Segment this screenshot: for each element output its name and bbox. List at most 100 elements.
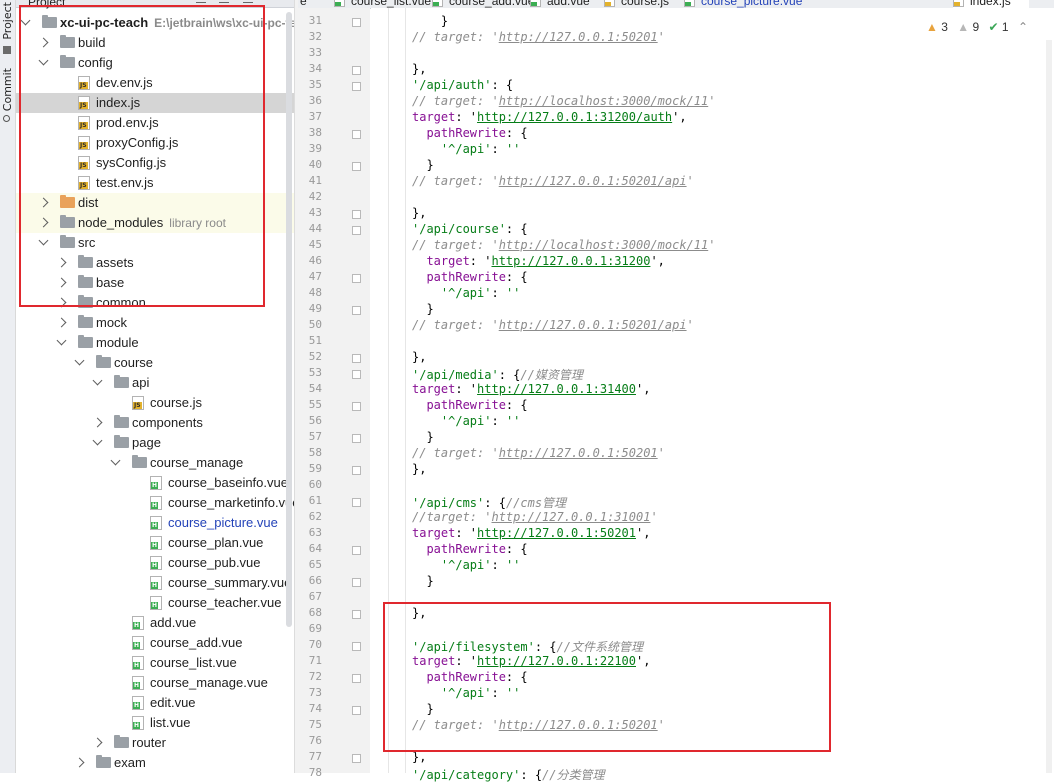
project-tool-button[interactable]: Project (1, 2, 14, 40)
tree-row[interactable]: list.vue (16, 713, 294, 733)
tree-row[interactable]: course_picture.vue (16, 513, 294, 533)
fold-marker-icon[interactable] (352, 498, 361, 507)
tree-row[interactable]: course_teacher.vue (16, 593, 294, 613)
tree-row[interactable]: course_manage (16, 453, 294, 473)
code-token: : { (505, 398, 528, 412)
code-token: http://127.0.0.1:50201 (477, 526, 636, 540)
code-token: : ' (455, 526, 478, 540)
inspection-widget[interactable]: ▲ 3 ▲ 9 ✔ 1 ⌃ (920, 20, 1028, 34)
tree-row[interactable]: course_pub.vue (16, 553, 294, 573)
chevron-down-icon[interactable] (74, 355, 85, 366)
tree-row[interactable]: course_add.vue (16, 633, 294, 653)
chevron-right-icon[interactable] (92, 417, 103, 428)
chevron-right-icon[interactable] (92, 737, 103, 748)
tree-row[interactable]: course_manage.vue (16, 673, 294, 693)
tree-row[interactable]: api (16, 373, 294, 393)
tree-row[interactable]: edit.vue (16, 693, 294, 713)
line-number: 41 (308, 174, 322, 187)
code-token: '^/api' (412, 558, 492, 572)
tree-row[interactable]: course (16, 353, 294, 373)
chevron-down-icon[interactable] (56, 335, 67, 346)
tree-row[interactable]: course_summary.vue (16, 573, 294, 593)
tree-row[interactable]: module (16, 333, 294, 353)
code-line: }, (412, 206, 426, 220)
fold-marker-icon[interactable] (352, 130, 361, 139)
fold-marker-icon[interactable] (352, 162, 361, 171)
code-line: '^/api': '' (412, 286, 521, 300)
fold-marker-icon[interactable] (352, 434, 361, 443)
code-token: target (412, 254, 470, 268)
fold-marker-icon[interactable] (352, 66, 361, 75)
tree-row[interactable]: course_marketinfo.vue (16, 493, 294, 513)
fold-marker-icon[interactable] (352, 674, 361, 683)
code-token: } (412, 302, 434, 316)
commit-tool-button[interactable]: Commit (1, 68, 14, 111)
tree-row[interactable]: course_plan.vue (16, 533, 294, 553)
line-number: 62 (308, 510, 322, 523)
tree-row[interactable]: router (16, 733, 294, 753)
editor-tab[interactable]: e (298, 0, 328, 8)
fold-marker-icon[interactable] (352, 354, 361, 363)
fold-marker-icon[interactable] (352, 642, 361, 651)
tree-row[interactable]: mock (16, 313, 294, 333)
fold-marker-icon[interactable] (352, 546, 361, 555)
tree-row[interactable]: page (16, 433, 294, 453)
tree-item-label: course_picture.vue (168, 515, 278, 530)
folder-icon (114, 415, 129, 428)
editor-tab[interactable]: course_add.vue (432, 0, 534, 8)
tree-row[interactable]: exam (16, 753, 294, 773)
editor-tab[interactable]: add.vue (530, 0, 600, 8)
code-token: : { (484, 496, 506, 510)
folder-icon (114, 735, 129, 748)
code-line: target: 'http://127.0.0.1:50201', (412, 526, 650, 540)
editor-scrollbar[interactable] (1046, 40, 1052, 773)
weak-warning-count[interactable]: ▲ 9 (957, 20, 979, 34)
chevron-up-icon[interactable]: ⌃ (1018, 20, 1028, 34)
warning-count[interactable]: ▲ 3 (926, 20, 948, 34)
fold-marker-icon[interactable] (352, 466, 361, 475)
chevron-down-icon[interactable] (92, 435, 103, 446)
line-number: 40 (308, 158, 322, 171)
fold-marker-icon[interactable] (352, 82, 361, 91)
fold-marker-icon[interactable] (352, 370, 361, 379)
fold-marker-icon[interactable] (352, 306, 361, 315)
chevron-down-icon[interactable] (110, 455, 121, 466)
check-icon: ✔ (988, 20, 999, 34)
code-token: } (412, 14, 449, 28)
editor-tab[interactable]: course_list.vue (334, 0, 431, 8)
expand-all-icon[interactable] (219, 0, 229, 3)
fold-marker-icon[interactable] (352, 226, 361, 235)
fold-marker-icon[interactable] (352, 274, 361, 283)
editor-tab[interactable]: course.js (604, 0, 680, 8)
commit-tool-label: Commit (1, 68, 14, 112)
line-number: 44 (308, 222, 322, 235)
chevron-right-icon[interactable] (56, 317, 67, 328)
chevron-down-icon[interactable] (92, 375, 103, 386)
tree-row[interactable]: course_list.vue (16, 653, 294, 673)
structure-icon[interactable] (3, 46, 11, 54)
tree-row[interactable]: course_baseinfo.vue (16, 473, 294, 493)
commit-icon (3, 115, 10, 122)
chevron-right-icon[interactable] (74, 757, 85, 768)
highlight-box-code (383, 602, 831, 752)
fold-marker-icon[interactable] (352, 706, 361, 715)
tree-row[interactable]: add.vue (16, 613, 294, 633)
tree-row[interactable]: components (16, 413, 294, 433)
line-number: 72 (308, 670, 322, 683)
tree-row[interactable]: course.js (16, 393, 294, 413)
settings-icon[interactable] (243, 0, 253, 3)
fold-marker-icon[interactable] (352, 402, 361, 411)
fold-marker-icon[interactable] (352, 210, 361, 219)
ok-count[interactable]: ✔ 1 (989, 20, 1009, 34)
fold-marker-icon[interactable] (352, 610, 361, 619)
code-token: '/api/media' (412, 368, 499, 382)
locate-icon[interactable] (196, 0, 206, 3)
fold-marker-icon[interactable] (352, 578, 361, 587)
line-number: 46 (308, 254, 322, 267)
code-token: //cms管理 (505, 496, 567, 510)
tree-scrollbar[interactable] (286, 12, 292, 627)
editor-tab[interactable]: course_picture.vue (684, 0, 844, 8)
fold-marker-icon[interactable] (352, 754, 361, 763)
line-number: 38 (308, 126, 322, 139)
fold-marker-icon[interactable] (352, 18, 361, 27)
